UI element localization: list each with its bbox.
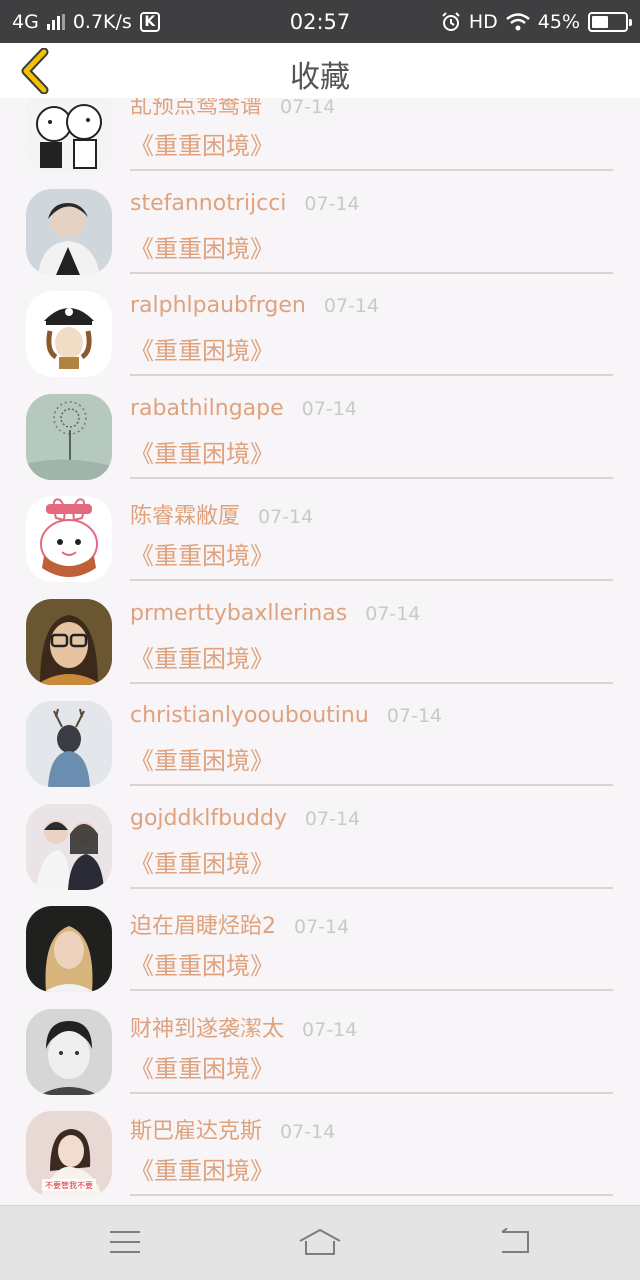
- book-title[interactable]: 《重重困境》: [130, 434, 274, 469]
- list-item[interactable]: prmerttybaxllerinas 07-14 《重重困境》: [0, 581, 640, 685]
- post-date: 07-14: [323, 295, 380, 317]
- post-date: 07-14: [304, 807, 361, 830]
- wifi-icon: [505, 12, 530, 30]
- back-nav-button[interactable]: [491, 1220, 539, 1264]
- list-item[interactable]: 陈睿霖敝厦 07-14 《重重困境》: [0, 478, 640, 582]
- hd-label: HD: [468, 10, 498, 33]
- book-title[interactable]: 《重重困境》: [130, 639, 274, 674]
- avatar[interactable]: [26, 188, 112, 275]
- user-name[interactable]: gojddklfbuddy: [130, 806, 287, 831]
- avatar[interactable]: [26, 701, 112, 787]
- list-item[interactable]: gojddklfbuddy 07-14 《重重困境》: [0, 786, 640, 890]
- book-title[interactable]: 《重重困境》: [130, 1151, 274, 1186]
- back-button[interactable]: [14, 48, 58, 94]
- book-title[interactable]: 《重重困境》: [130, 946, 274, 981]
- status-right: HD 45%: [441, 0, 632, 43]
- chevron-left-icon: [21, 48, 49, 94]
- user-name[interactable]: ralphlpaubfrgen: [130, 293, 306, 318]
- name-line: rabathilngape 07-14: [130, 396, 357, 421]
- post-date: 07-14: [280, 1121, 336, 1143]
- battery-percent: 45%: [537, 10, 580, 33]
- user-name[interactable]: 斯巴雇达克斯: [130, 1113, 262, 1145]
- menu-button[interactable]: [101, 1220, 149, 1264]
- status-bar: 4G 0.7K/s K 02:57 HD 45%: [0, 0, 640, 43]
- book-title[interactable]: 《重重困境》: [130, 126, 274, 161]
- book-title[interactable]: 《重重困境》: [130, 844, 274, 879]
- list-item[interactable]: stefannotrijcci 07-14 《重重困境》: [0, 171, 640, 275]
- nav-bar: [0, 1205, 640, 1280]
- name-line: gojddklfbuddy 07-14: [130, 806, 360, 831]
- back-arrow-icon: [501, 1228, 529, 1253]
- list-item[interactable]: rabathilngape 07-14 《重重困境》: [0, 376, 640, 480]
- book-title[interactable]: 《重重困境》: [130, 741, 274, 776]
- name-line: 财神到遂袭潔太 07-14: [130, 1011, 357, 1043]
- book-title[interactable]: 《重重困境》: [130, 536, 274, 571]
- name-line: prmerttybaxllerinas 07-14: [130, 601, 420, 626]
- list-item[interactable]: 不要管我不要 斯巴雇达克斯 07-14 《重重困境》: [0, 1093, 640, 1197]
- avatar[interactable]: [26, 496, 112, 582]
- battery-icon: [588, 11, 632, 32]
- post-date: 07-14: [302, 1018, 358, 1041]
- svg-text:不要管我不要: 不要管我不要: [45, 1180, 93, 1190]
- favorites-list[interactable]: 乱预点鸳鸯谱 07-14 《重重困境》 stefannotrijcci 07-14 《重重…: [0, 98, 640, 1205]
- name-line: christianlyooub​outinu 07-14: [130, 703, 442, 728]
- home-button[interactable]: [296, 1220, 344, 1264]
- divider: [130, 1194, 613, 1196]
- post-date: 07-14: [304, 192, 360, 215]
- avatar[interactable]: [26, 906, 112, 992]
- list-item[interactable]: christianlyooub​outinu 07-14 《重重困境》: [0, 683, 640, 787]
- alarm-icon: [442, 11, 460, 31]
- user-name[interactable]: prmerttybaxllerinas: [130, 601, 347, 626]
- header: 收藏: [0, 43, 640, 98]
- post-date: 07-14: [386, 705, 443, 727]
- user-name[interactable]: 财神到遂袭潔太: [130, 1011, 284, 1043]
- name-line: stefannotrijcci 07-14: [130, 191, 360, 216]
- user-name[interactable]: christianlyooub​outinu: [130, 703, 369, 728]
- book-title[interactable]: 《重重困境》: [130, 1049, 274, 1084]
- avatar[interactable]: [26, 393, 112, 480]
- name-line: 陈睿霖敝厦 07-14: [130, 498, 313, 530]
- avatar[interactable]: 不要管我不要: [26, 1111, 112, 1197]
- post-date: 07-14: [365, 602, 421, 625]
- user-name[interactable]: rabathilngape: [130, 396, 284, 421]
- avatar[interactable]: [26, 1008, 112, 1095]
- user-name[interactable]: 迫在眉睫烃跆2: [130, 908, 276, 940]
- home-icon: [299, 1229, 341, 1255]
- avatar[interactable]: [26, 291, 112, 377]
- book-title[interactable]: 《重重困境》: [130, 331, 274, 366]
- name-line: 迫在眉睫烃跆2 07-14: [130, 908, 349, 940]
- favorites-list-inner: 乱预点鸳鸯谱 07-14 《重重困境》 stefannotrijcci 07-14 《重重…: [0, 98, 640, 1197]
- user-name[interactable]: 乱预点鸳鸯谱: [130, 98, 262, 120]
- list-item[interactable]: 迫在眉睫烃跆2 07-14 《重重困境》: [0, 888, 640, 992]
- list-item[interactable]: 乱预点鸳鸯谱 07-14 《重重困境》: [0, 98, 640, 172]
- name-line: 斯巴雇达克斯 07-14: [130, 1113, 335, 1145]
- user-name[interactable]: 陈睿霖敝厦: [130, 498, 240, 530]
- post-date: 07-14: [258, 506, 314, 528]
- name-line: ralphlpaubfrgen 07-14: [130, 293, 379, 318]
- list-item[interactable]: 财神到遂袭潔太 07-14 《重重困境》: [0, 991, 640, 1095]
- post-date: 07-14: [294, 916, 350, 938]
- post-date: 07-14: [280, 98, 336, 118]
- book-title[interactable]: 《重重困境》: [130, 229, 274, 264]
- avatar[interactable]: [26, 803, 112, 890]
- post-date: 07-14: [301, 397, 357, 420]
- avatar[interactable]: [26, 98, 112, 172]
- user-name[interactable]: stefannotrijcci: [130, 191, 286, 216]
- name-line: 乱预点鸳鸯谱 07-14: [130, 98, 335, 120]
- avatar[interactable]: [26, 598, 112, 685]
- menu-icon: [110, 1231, 140, 1253]
- list-item[interactable]: ralphlpaubfrgen 07-14 《重重困境》: [0, 273, 640, 377]
